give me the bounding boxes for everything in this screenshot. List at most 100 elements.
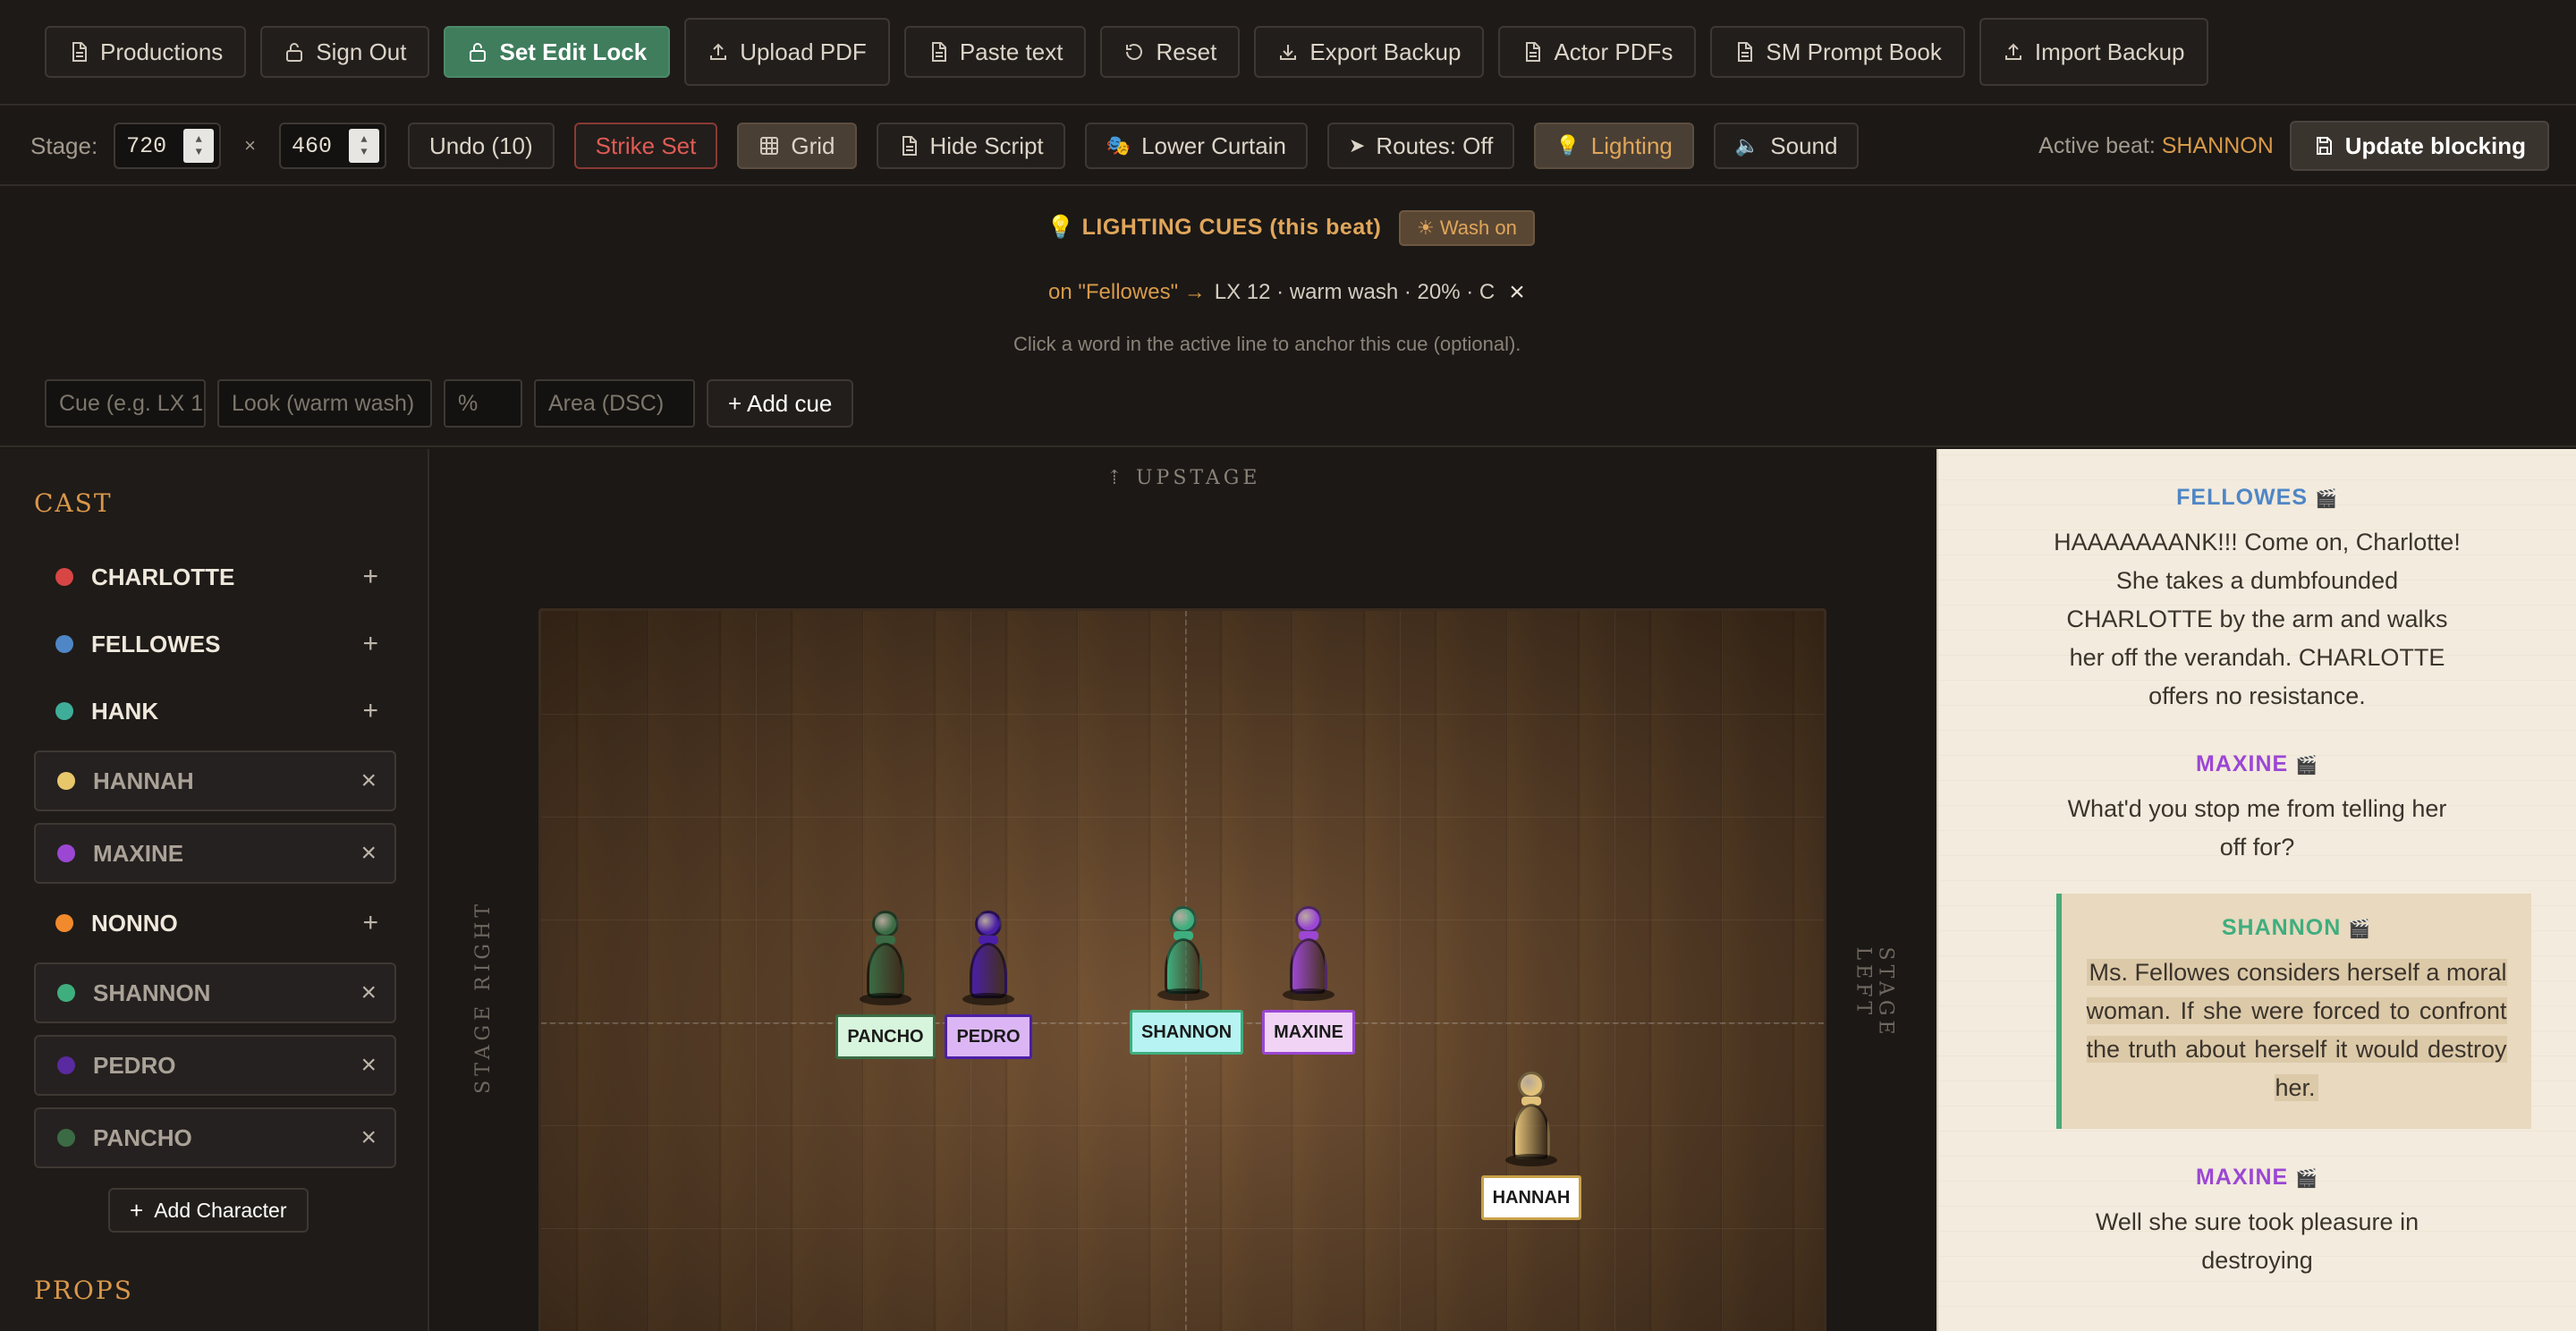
actor-token-shannon[interactable]: SHANNON bbox=[1130, 906, 1244, 1055]
theater-masks-icon: 🎭 bbox=[1106, 134, 1131, 157]
clapperboard-icon: 🎬 bbox=[2314, 489, 2338, 509]
document-icon bbox=[902, 136, 917, 156]
actor-token-pedro[interactable]: PEDRO bbox=[935, 911, 1042, 1059]
look-input[interactable]: Look (warm wash) bbox=[217, 379, 432, 428]
remove-from-stage-icon[interactable]: × bbox=[360, 1123, 377, 1153]
lower-curtain-button[interactable]: 🎭 Lower Curtain bbox=[1084, 123, 1308, 169]
routes-toggle-button[interactable]: ➤ Routes: Off bbox=[1326, 123, 1515, 169]
reset-button[interactable]: Reset bbox=[1100, 26, 1241, 78]
cast-item-label: PEDRO bbox=[93, 1051, 176, 1079]
script-line-words[interactable]: Ms. Fellowes considers herself a moral w… bbox=[2086, 959, 2507, 1101]
stage-area: ⇡ UPSTAGE STAGE RIGHT STAGE LEFT PANCHO P… bbox=[431, 449, 1936, 1331]
export-backup-button[interactable]: Export Backup bbox=[1254, 26, 1485, 78]
speaker-label: MAXINE bbox=[2195, 751, 2289, 776]
cast-color-dot bbox=[55, 702, 73, 720]
stage-width-stepper[interactable]: ▲ ▼ bbox=[183, 129, 215, 163]
lower-curtain-label: Lower Curtain bbox=[1141, 131, 1286, 159]
add-to-stage-icon[interactable]: + bbox=[362, 629, 378, 659]
actor-pdfs-button[interactable]: Actor PDFs bbox=[1498, 26, 1697, 78]
cast-item-fellowes[interactable]: FELLOWES + bbox=[34, 616, 396, 672]
cast-heading: CAST bbox=[34, 488, 113, 518]
sound-toggle-button[interactable]: 🔈 Sound bbox=[1713, 123, 1860, 169]
stage-height-value: 460 bbox=[292, 132, 333, 159]
clapperboard-icon: 🎬 bbox=[2295, 756, 2319, 776]
grid-icon bbox=[760, 137, 779, 155]
cast-item-hannah[interactable]: HANNAH × bbox=[34, 750, 396, 811]
grid-line bbox=[541, 714, 1824, 715]
speaker-label: FELLOWES bbox=[2176, 485, 2309, 510]
add-character-label: Add Character bbox=[154, 1198, 287, 1222]
stage-height-stepper[interactable]: ▲ ▼ bbox=[349, 129, 380, 163]
cue-anchor: on "Fellowes" → bbox=[1048, 280, 1206, 304]
cast-item-label: MAXINE bbox=[93, 839, 184, 867]
lighting-toggle-button[interactable]: 💡 Lighting bbox=[1534, 123, 1694, 169]
grid-line bbox=[756, 611, 757, 1331]
add-to-stage-icon[interactable]: + bbox=[362, 696, 378, 726]
save-icon bbox=[2316, 137, 2332, 155]
wash-on-button[interactable]: ☀ Wash on bbox=[1399, 210, 1535, 246]
cast-item-nonno[interactable]: NONNO + bbox=[34, 895, 396, 951]
lightbulb-icon: 💡 bbox=[1046, 215, 1075, 240]
stage-floor[interactable]: PANCHO PEDRO SHANNON MAXINE HANNAH bbox=[538, 608, 1826, 1331]
remove-from-stage-icon[interactable]: × bbox=[360, 766, 377, 796]
cue-entry: on "Fellowes" → LX 12 · warm wash · 20% … bbox=[1048, 277, 1525, 308]
active-script-line[interactable]: SHANNON 🎬 Ms. Fellowes considers herself … bbox=[2056, 894, 2531, 1129]
actor-name-tag: HANNAH bbox=[1480, 1175, 1582, 1220]
cast-item-label: HANNAH bbox=[93, 767, 194, 794]
speaker-label: MAXINE bbox=[2195, 1165, 2289, 1190]
pawn-icon bbox=[957, 911, 1020, 1009]
set-edit-lock-label: Set Edit Lock bbox=[499, 38, 648, 65]
cast-item-label: CHARLOTTE bbox=[91, 563, 235, 590]
productions-button[interactable]: Productions bbox=[45, 26, 247, 78]
plus-icon: + bbox=[130, 1196, 144, 1224]
add-cue-button[interactable]: + Add cue bbox=[707, 379, 854, 428]
actor-token-pancho[interactable]: PANCHO bbox=[832, 911, 939, 1059]
cast-item-label: NONNO bbox=[91, 909, 178, 937]
area-input[interactable]: Area (DSC) bbox=[534, 379, 695, 428]
strike-set-label: Strike Set bbox=[595, 131, 697, 159]
strike-set-button[interactable]: Strike Set bbox=[573, 123, 718, 169]
script-line[interactable]: MAXINE 🎬 Well she sure took pleasure in d… bbox=[1938, 1165, 2576, 1280]
stage-width-input[interactable]: 720 ▲ ▼ bbox=[114, 123, 222, 169]
script-line[interactable]: MAXINE 🎬 What'd you stop me from telling … bbox=[1938, 751, 2576, 867]
pawn-icon bbox=[1152, 906, 1215, 1005]
script-line[interactable]: FELLOWES 🎬 HAAAAAAANK!!! Come on, Charlot… bbox=[1938, 485, 2576, 716]
add-to-stage-icon[interactable]: + bbox=[362, 908, 378, 938]
stage-height-input[interactable]: 460 ▲ ▼ bbox=[279, 123, 387, 169]
add-to-stage-icon[interactable]: + bbox=[362, 562, 378, 592]
actor-token-maxine[interactable]: MAXINE bbox=[1255, 906, 1362, 1055]
cue-input[interactable]: Cue (e.g. LX 1 bbox=[45, 379, 206, 428]
sm-prompt-book-button[interactable]: SM Prompt Book bbox=[1710, 26, 1965, 78]
hide-script-button[interactable]: Hide Script bbox=[876, 123, 1065, 169]
cast-item-hank[interactable]: HANK + bbox=[34, 683, 396, 739]
import-backup-button[interactable]: Import Backup bbox=[1979, 18, 2208, 86]
cast-color-dot bbox=[57, 984, 75, 1002]
cast-item-pedro[interactable]: PEDRO × bbox=[34, 1035, 396, 1096]
remove-from-stage-icon[interactable]: × bbox=[360, 1050, 377, 1081]
sign-out-button[interactable]: Sign Out bbox=[260, 26, 430, 78]
set-edit-lock-button[interactable]: Set Edit Lock bbox=[444, 26, 671, 78]
update-blocking-button[interactable]: Update blocking bbox=[2289, 121, 2549, 171]
add-character-button[interactable]: + Add Character bbox=[108, 1188, 309, 1233]
paste-text-button[interactable]: Paste text bbox=[903, 26, 1087, 78]
grid-toggle-button[interactable]: Grid bbox=[737, 123, 857, 169]
undo-button[interactable]: Undo (10) bbox=[408, 123, 555, 169]
grid-line bbox=[541, 1125, 1824, 1126]
speaker-name: SHANNON 🎬 bbox=[2062, 915, 2531, 941]
sm-prompt-book-label: SM Prompt Book bbox=[1766, 38, 1942, 65]
actor-token-hannah[interactable]: HANNAH bbox=[1478, 1072, 1585, 1220]
cast-item-pancho[interactable]: PANCHO × bbox=[34, 1107, 396, 1168]
remove-from-stage-icon[interactable]: × bbox=[360, 978, 377, 1008]
percent-input[interactable]: % bbox=[444, 379, 522, 428]
script-panel[interactable]: FELLOWES 🎬 HAAAAAAANK!!! Come on, Charlot… bbox=[1936, 449, 2576, 1331]
cast-item-maxine[interactable]: MAXINE × bbox=[34, 823, 396, 884]
cast-item-charlotte[interactable]: CHARLOTTE + bbox=[34, 549, 396, 605]
pawn-icon bbox=[1500, 1072, 1563, 1170]
props-heading: PROPS bbox=[34, 1276, 133, 1305]
remove-from-stage-icon[interactable]: × bbox=[360, 838, 377, 869]
actor-name-tag: MAXINE bbox=[1262, 1010, 1355, 1055]
document-icon bbox=[1738, 42, 1753, 62]
close-icon[interactable]: × bbox=[1509, 277, 1525, 308]
upload-pdf-button[interactable]: Upload PDF bbox=[684, 18, 890, 86]
cast-item-shannon[interactable]: SHANNON × bbox=[34, 962, 396, 1023]
